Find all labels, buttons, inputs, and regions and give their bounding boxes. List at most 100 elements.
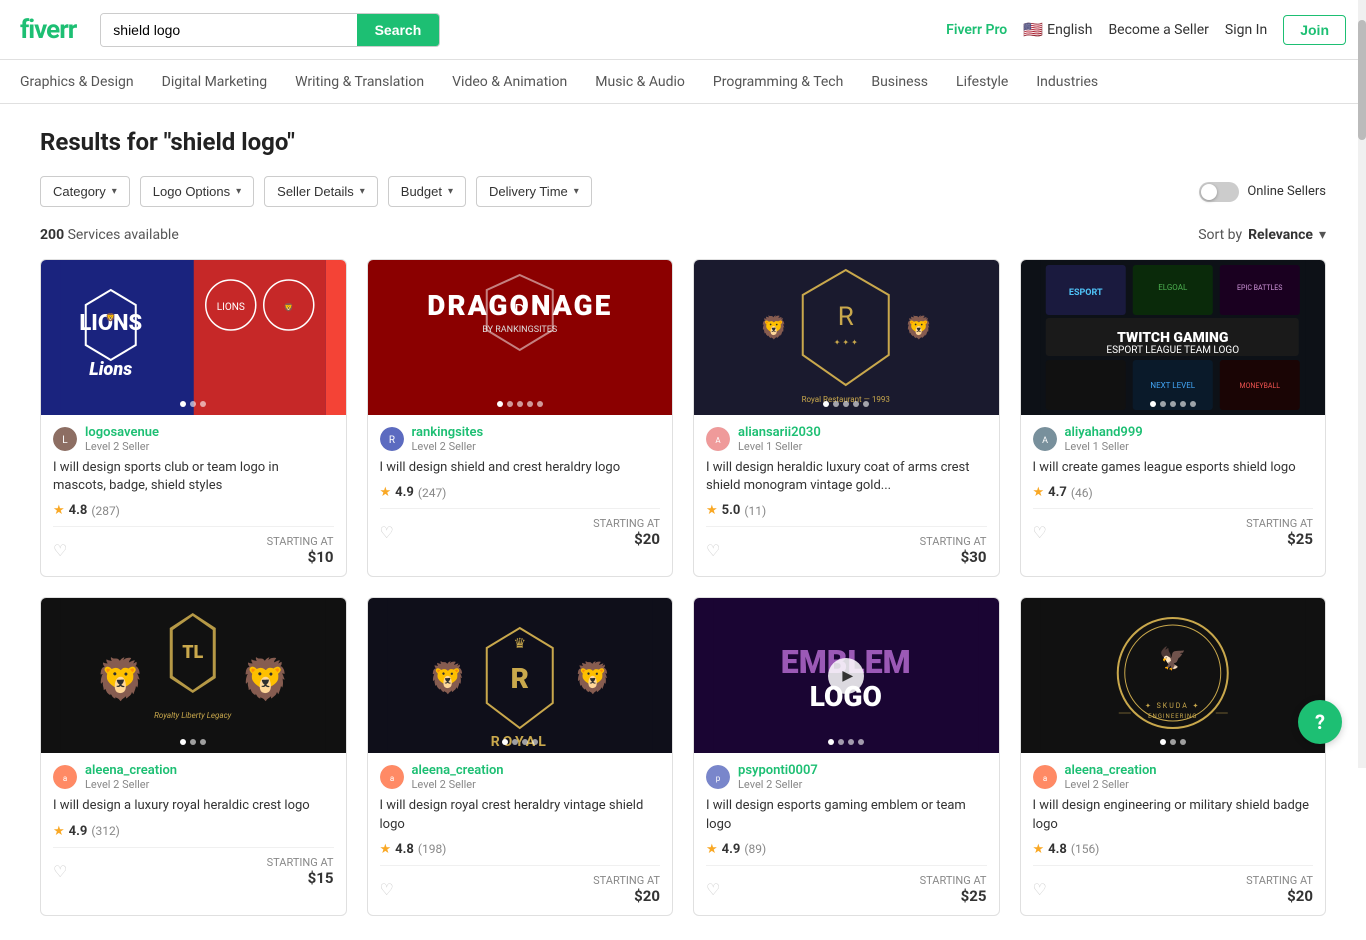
service-card[interactable]: 🦅 ✦ SKUDA ✦ ENGINEERING a <box>1020 597 1327 915</box>
svg-text:LIONS: LIONS <box>217 302 245 313</box>
service-card[interactable]: LIONS 🦁 Lions LIONS 🦁 L <box>40 259 347 577</box>
service-card[interactable]: R ✦ ✦ ✦ 🦁 🦁 Royal Restaurant — 1993 A <box>693 259 1000 577</box>
seller-name: aleena_creation <box>1065 763 1157 778</box>
svg-text:🦁: 🦁 <box>760 315 787 341</box>
favorite-button[interactable]: ♡ <box>1033 523 1047 542</box>
starting-at-label: STARTING AT <box>267 856 334 869</box>
seller-level: Level 2 Seller <box>85 778 177 791</box>
service-card[interactable]: EMBLEM LOGO ▶ p psyponti0007 <box>693 597 1000 915</box>
favorite-button[interactable]: ♡ <box>706 880 720 899</box>
play-button[interactable]: ▶ <box>828 658 864 694</box>
help-button[interactable]: ? <box>1298 700 1342 744</box>
seller-name: logosavenue <box>85 425 159 440</box>
card-body: a aleena_creation Level 2 Seller I will … <box>41 753 346 896</box>
card-title-link[interactable]: mascots, badge, shield styles <box>53 478 222 493</box>
nav-industries[interactable]: Industries <box>1036 62 1098 102</box>
search-button[interactable]: Search <box>357 14 440 46</box>
chevron-down-icon: ▾ <box>574 186 579 197</box>
results-bar: 200 Services available Sort by Relevance… <box>40 227 1326 243</box>
delivery-time-label: Delivery Time <box>489 184 568 199</box>
card-dots <box>180 401 206 407</box>
logo-options-filter[interactable]: Logo Options ▾ <box>140 176 254 207</box>
nav-digital-marketing[interactable]: Digital Marketing <box>162 62 267 102</box>
sort-by-control[interactable]: Sort by Relevance ▾ <box>1198 227 1326 243</box>
language-selector[interactable]: 🇺🇸 English <box>1023 20 1092 39</box>
card-body: p psyponti0007 Level 2 Seller I will des… <box>694 753 999 914</box>
become-seller-link[interactable]: Become a Seller <box>1108 22 1208 38</box>
results-count-label: Services available <box>68 227 179 243</box>
chevron-down-icon: ▾ <box>112 186 117 197</box>
nav-writing-translation[interactable]: Writing & Translation <box>295 62 424 102</box>
card-rating: ★ 4.9 (312) <box>53 824 334 839</box>
review-count: (89) <box>744 842 766 856</box>
avatar: R <box>380 427 404 451</box>
favorite-button[interactable]: ♡ <box>380 880 394 899</box>
card-dots <box>1150 401 1196 407</box>
card-footer: ♡ STARTING AT $25 <box>706 865 987 905</box>
join-button[interactable]: Join <box>1283 15 1346 45</box>
svg-text:R: R <box>388 435 394 446</box>
favorite-button[interactable]: ♡ <box>1033 880 1047 899</box>
star-icon: ★ <box>380 485 392 500</box>
favorite-button[interactable]: ♡ <box>380 523 394 542</box>
star-icon: ★ <box>706 503 718 518</box>
card-rating: ★ 4.7 (46) <box>1033 485 1314 500</box>
card-seller: A aliansarii2030 Level 1 Seller <box>706 425 987 453</box>
svg-text:🦁: 🦁 <box>574 660 611 696</box>
avatar: A <box>1033 427 1057 451</box>
svg-text:🦁: 🦁 <box>106 312 116 322</box>
svg-text:D: D <box>514 300 525 319</box>
favorite-button[interactable]: ♡ <box>53 862 67 881</box>
scrollbar-thumb[interactable] <box>1358 20 1366 140</box>
nav-lifestyle[interactable]: Lifestyle <box>956 62 1008 102</box>
service-card[interactable]: ESPORT ELGOAL EPIC BATTLES TWITCH GAMING… <box>1020 259 1327 577</box>
svg-text:TL: TL <box>182 642 203 663</box>
card-rating: ★ 5.0 (11) <box>706 503 987 518</box>
nav-programming-tech[interactable]: Programming & Tech <box>713 62 843 102</box>
review-count: (46) <box>1071 486 1093 500</box>
online-sellers-toggle: Online Sellers <box>1199 182 1326 202</box>
seller-level: Level 2 Seller <box>412 778 504 791</box>
delivery-time-filter[interactable]: Delivery Time ▾ <box>476 176 592 207</box>
search-input[interactable] <box>101 14 356 46</box>
nav-music-audio[interactable]: Music & Audio <box>595 62 685 102</box>
svg-text:R: R <box>838 302 854 332</box>
card-footer: ♡ STARTING AT $25 <box>1033 508 1314 548</box>
star-icon: ★ <box>53 503 65 518</box>
seller-name: psyponti0007 <box>738 763 818 778</box>
nav-graphics-design[interactable]: Graphics & Design <box>20 62 134 102</box>
chevron-down-icon: ▾ <box>448 186 453 197</box>
avatar: a <box>53 765 77 789</box>
price-section: STARTING AT $25 <box>1246 517 1313 548</box>
card-dots <box>1160 739 1186 745</box>
search-bar: Search <box>100 13 440 47</box>
avatar: p <box>706 765 730 789</box>
seller-details-filter[interactable]: Seller Details ▾ <box>264 176 378 207</box>
card-footer: ♡ STARTING AT $15 <box>53 847 334 887</box>
starting-at-label: STARTING AT <box>593 874 660 887</box>
favorite-button[interactable]: ♡ <box>706 541 720 560</box>
nav-business[interactable]: Business <box>871 62 928 102</box>
nav-video-animation[interactable]: Video & Animation <box>452 62 567 102</box>
category-filter[interactable]: Category ▾ <box>40 176 130 207</box>
avatar: L <box>53 427 77 451</box>
service-card[interactable]: 🦁 🦁 TL Royalty Liberty Legacy a <box>40 597 347 915</box>
card-footer: ♡ STARTING AT $10 <box>53 526 334 566</box>
service-card[interactable]: DRAGONAGE BY RANKINGSITES D R rankingsit <box>367 259 674 577</box>
fiverr-pro-link[interactable]: Fiverr Pro <box>946 22 1007 38</box>
fiverr-logo[interactable]: fiverr <box>20 15 76 45</box>
cards-grid: LIONS 🦁 Lions LIONS 🦁 L <box>40 259 1326 916</box>
starting-at-label: STARTING AT <box>593 517 660 530</box>
rating-value: 4.9 <box>69 824 88 839</box>
sign-in-link[interactable]: Sign In <box>1225 22 1267 38</box>
card-footer: ♡ STARTING AT $30 <box>706 526 987 566</box>
price-section: STARTING AT $20 <box>593 874 660 905</box>
avatar: A <box>706 427 730 451</box>
budget-filter[interactable]: Budget ▾ <box>388 176 466 207</box>
service-card[interactable]: ♛ 🦁 🦁 R ROYAL a al <box>367 597 674 915</box>
favorite-button[interactable]: ♡ <box>53 541 67 560</box>
flag-icon: 🇺🇸 <box>1023 20 1043 39</box>
online-toggle-switch[interactable] <box>1199 182 1239 202</box>
card-price: $15 <box>267 869 334 887</box>
main-nav: Graphics & Design Digital Marketing Writ… <box>0 60 1366 104</box>
